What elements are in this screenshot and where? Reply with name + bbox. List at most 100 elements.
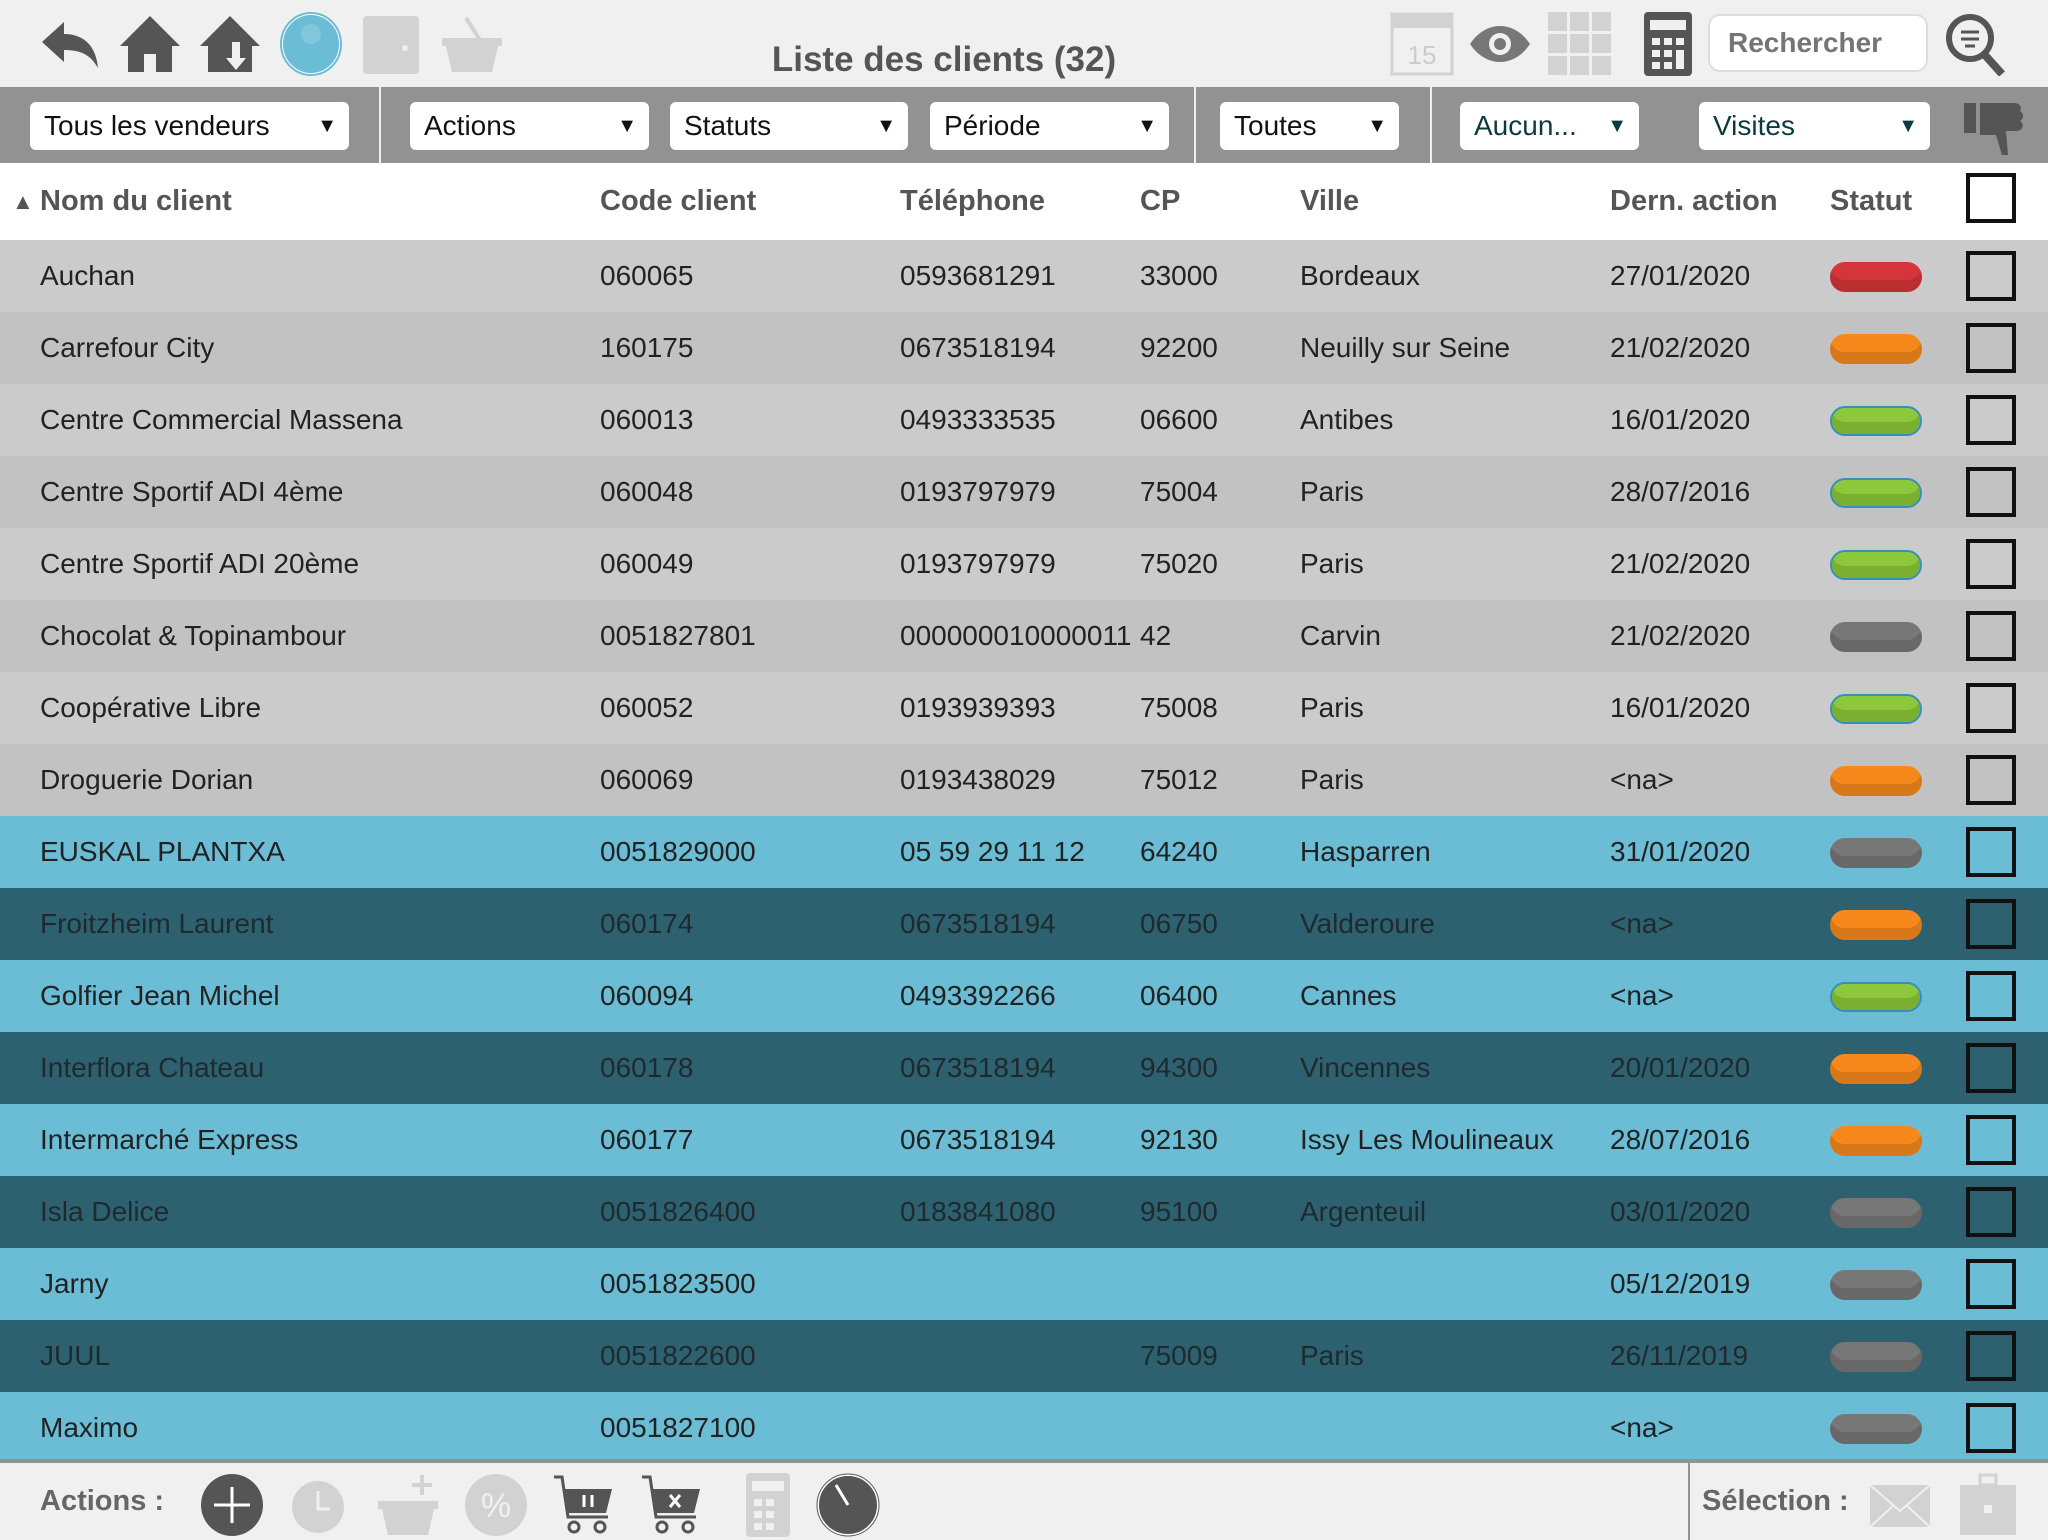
table-row[interactable]: Carrefour City 160175 0673518194 92200 Neuil… [0,312,2048,384]
cell-dern: 21/02/2020 [1610,620,1751,651]
row-checkbox[interactable] [1966,539,2016,589]
table-row[interactable]: Coopérative Libre 060052 0193939393 75008 Pa… [0,672,2048,744]
actions-filter-dropdown[interactable]: Actions ▼ [410,102,649,150]
row-checkbox[interactable] [1966,899,2016,949]
row-checkbox[interactable] [1966,755,2016,805]
dropdown-label: Tous les vendeurs [44,110,270,141]
column-header-cp[interactable]: CP [1140,185,1180,218]
dropdown-label: Toutes [1234,110,1317,141]
cell-dern: 21/02/2020 [1610,548,1751,579]
grid-icon[interactable] [1548,12,1612,76]
column-header-last-action[interactable]: Dern. action [1610,185,1778,218]
table-row[interactable]: Auchan 060065 0593681291 33000 Bordeaux 27/01… [0,240,2048,312]
table-row[interactable]: Froitzheim Laurent 060174 0673518194 06750 V… [0,888,2048,960]
basket-add-icon[interactable] [376,1473,440,1537]
mail-icon[interactable] [1868,1473,1932,1537]
divider [1430,87,1432,163]
cart-pause-icon[interactable] [552,1473,616,1537]
visits-filter-dropdown[interactable]: Visites ▼ [1699,102,1930,150]
dropdown-arrow-icon: ▼ [1898,115,1918,137]
dropdown-arrow-icon: ▼ [876,115,896,137]
dropdown-label: Actions [424,110,516,141]
row-checkbox[interactable] [1966,1187,2016,1237]
cell-dern: 16/01/2020 [1610,404,1751,435]
percent-icon[interactable]: % [464,1473,528,1537]
column-header-code[interactable]: Code client [600,185,756,218]
all-filter-dropdown[interactable]: Toutes ▼ [1220,102,1399,150]
status-indicator-green [1830,982,1922,1012]
cell-ville: Paris [1300,1340,1364,1371]
alarm-icon[interactable] [286,1473,350,1537]
table-row[interactable]: Interflora Chateau 060178 0673518194 94300 V… [0,1032,2048,1104]
calendar-icon[interactable]: 15 [1390,12,1454,76]
table-row[interactable]: Centre Sportif ADI 4ème 060048 0193797979 7… [0,456,2048,528]
cell-ville: Issy Les Moulineaux [1300,1124,1554,1155]
row-checkbox[interactable] [1966,323,2016,373]
period-filter-dropdown[interactable]: Période ▼ [930,102,1169,150]
cell-ville: Valderoure [1300,908,1435,939]
select-all-checkbox[interactable] [1966,173,2016,223]
add-icon[interactable] [200,1473,264,1537]
briefcase-icon[interactable] [1956,1473,2020,1537]
table-row[interactable]: EUSKAL PLANTXA 0051829000 05 59 29 11 12 64… [0,816,2048,888]
status-indicator-orange [1830,1126,1922,1156]
row-checkbox[interactable] [1966,683,2016,733]
cell-tel: 0673518194 [900,332,1056,363]
table-row[interactable]: Centre Commercial Massena 060013 049333353… [0,384,2048,456]
table-row[interactable]: Intermarché Express 060177 0673518194 92130… [0,1104,2048,1176]
cell-cp: 64240 [1140,836,1218,867]
dropdown-arrow-icon: ▼ [1607,115,1627,137]
row-checkbox[interactable] [1966,1259,2016,1309]
row-checkbox[interactable] [1966,611,2016,661]
table-row[interactable]: JUUL 0051822600 75009 Paris 26/11/2019 [0,1320,2048,1392]
table-row[interactable]: Golfier Jean Michel 060094 0493392266 06400… [0,960,2048,1032]
sort-ascending-icon[interactable]: ▲ [12,189,34,215]
cell-code: 160175 [600,332,694,363]
thumbs-down-icon[interactable] [1962,93,2026,157]
calculator-icon[interactable] [1636,12,1700,76]
status-filter-dropdown[interactable]: Statuts ▼ [670,102,908,150]
table-row[interactable]: Chocolat & Topinambour 0051827801 00000001… [0,600,2048,672]
row-checkbox[interactable] [1966,827,2016,877]
cell-name: EUSKAL PLANTXA [40,836,285,867]
cell-dern: 28/07/2016 [1610,1124,1751,1155]
column-header-status[interactable]: Statut [1830,185,1912,218]
table-row[interactable]: Isla Delice 0051826400 0183841080 95100 Arge… [0,1176,2048,1248]
table-row[interactable]: Droguerie Dorian 060069 0193438029 75012 Par… [0,744,2048,816]
eye-icon[interactable] [1468,12,1532,76]
cell-ville: Neuilly sur Seine [1300,332,1511,363]
row-checkbox[interactable] [1966,1043,2016,1093]
vendor-filter-dropdown[interactable]: Tous les vendeurs ▼ [30,102,349,150]
cell-ville: Antibes [1300,404,1394,435]
dropdown-arrow-icon: ▼ [1367,115,1387,137]
row-checkbox[interactable] [1966,1331,2016,1381]
cell-ville: Argenteuil [1300,1196,1427,1227]
search-filter-icon[interactable] [1944,12,2008,76]
table-row[interactable]: Jarny 0051823500 05/12/2019 [0,1248,2048,1320]
row-checkbox[interactable] [1966,1115,2016,1165]
cell-cp: 75004 [1140,476,1218,507]
row-checkbox[interactable] [1966,251,2016,301]
calendar-day: 15 [1408,40,1437,70]
table-row[interactable]: Centre Sportif ADI 20ème 060049 0193797979… [0,528,2048,600]
column-header-name[interactable]: Nom du client [40,185,232,218]
dropdown-arrow-icon: ▼ [617,115,637,137]
column-header-phone[interactable]: Téléphone [900,185,1045,218]
status-indicator-orange [1830,766,1922,796]
none-filter-dropdown[interactable]: Aucun... ▼ [1460,102,1639,150]
row-checkbox[interactable] [1966,395,2016,445]
cart-cancel-icon[interactable] [640,1473,704,1537]
column-header-city[interactable]: Ville [1300,185,1359,218]
cell-code: 060065 [600,260,694,291]
table-row[interactable]: Maximo 0051827100 <na> [0,1392,2048,1464]
calculator-icon[interactable] [736,1473,800,1537]
cell-code: 060094 [600,980,694,1011]
cell-name: Carrefour City [40,332,215,363]
search-input[interactable] [1708,14,1928,72]
cell-dern: <na> [1610,980,1674,1011]
row-checkbox[interactable] [1966,1403,2016,1453]
row-checkbox[interactable] [1966,467,2016,517]
cell-dern: 31/01/2020 [1610,836,1751,867]
clock-icon[interactable] [816,1473,880,1537]
row-checkbox[interactable] [1966,971,2016,1021]
